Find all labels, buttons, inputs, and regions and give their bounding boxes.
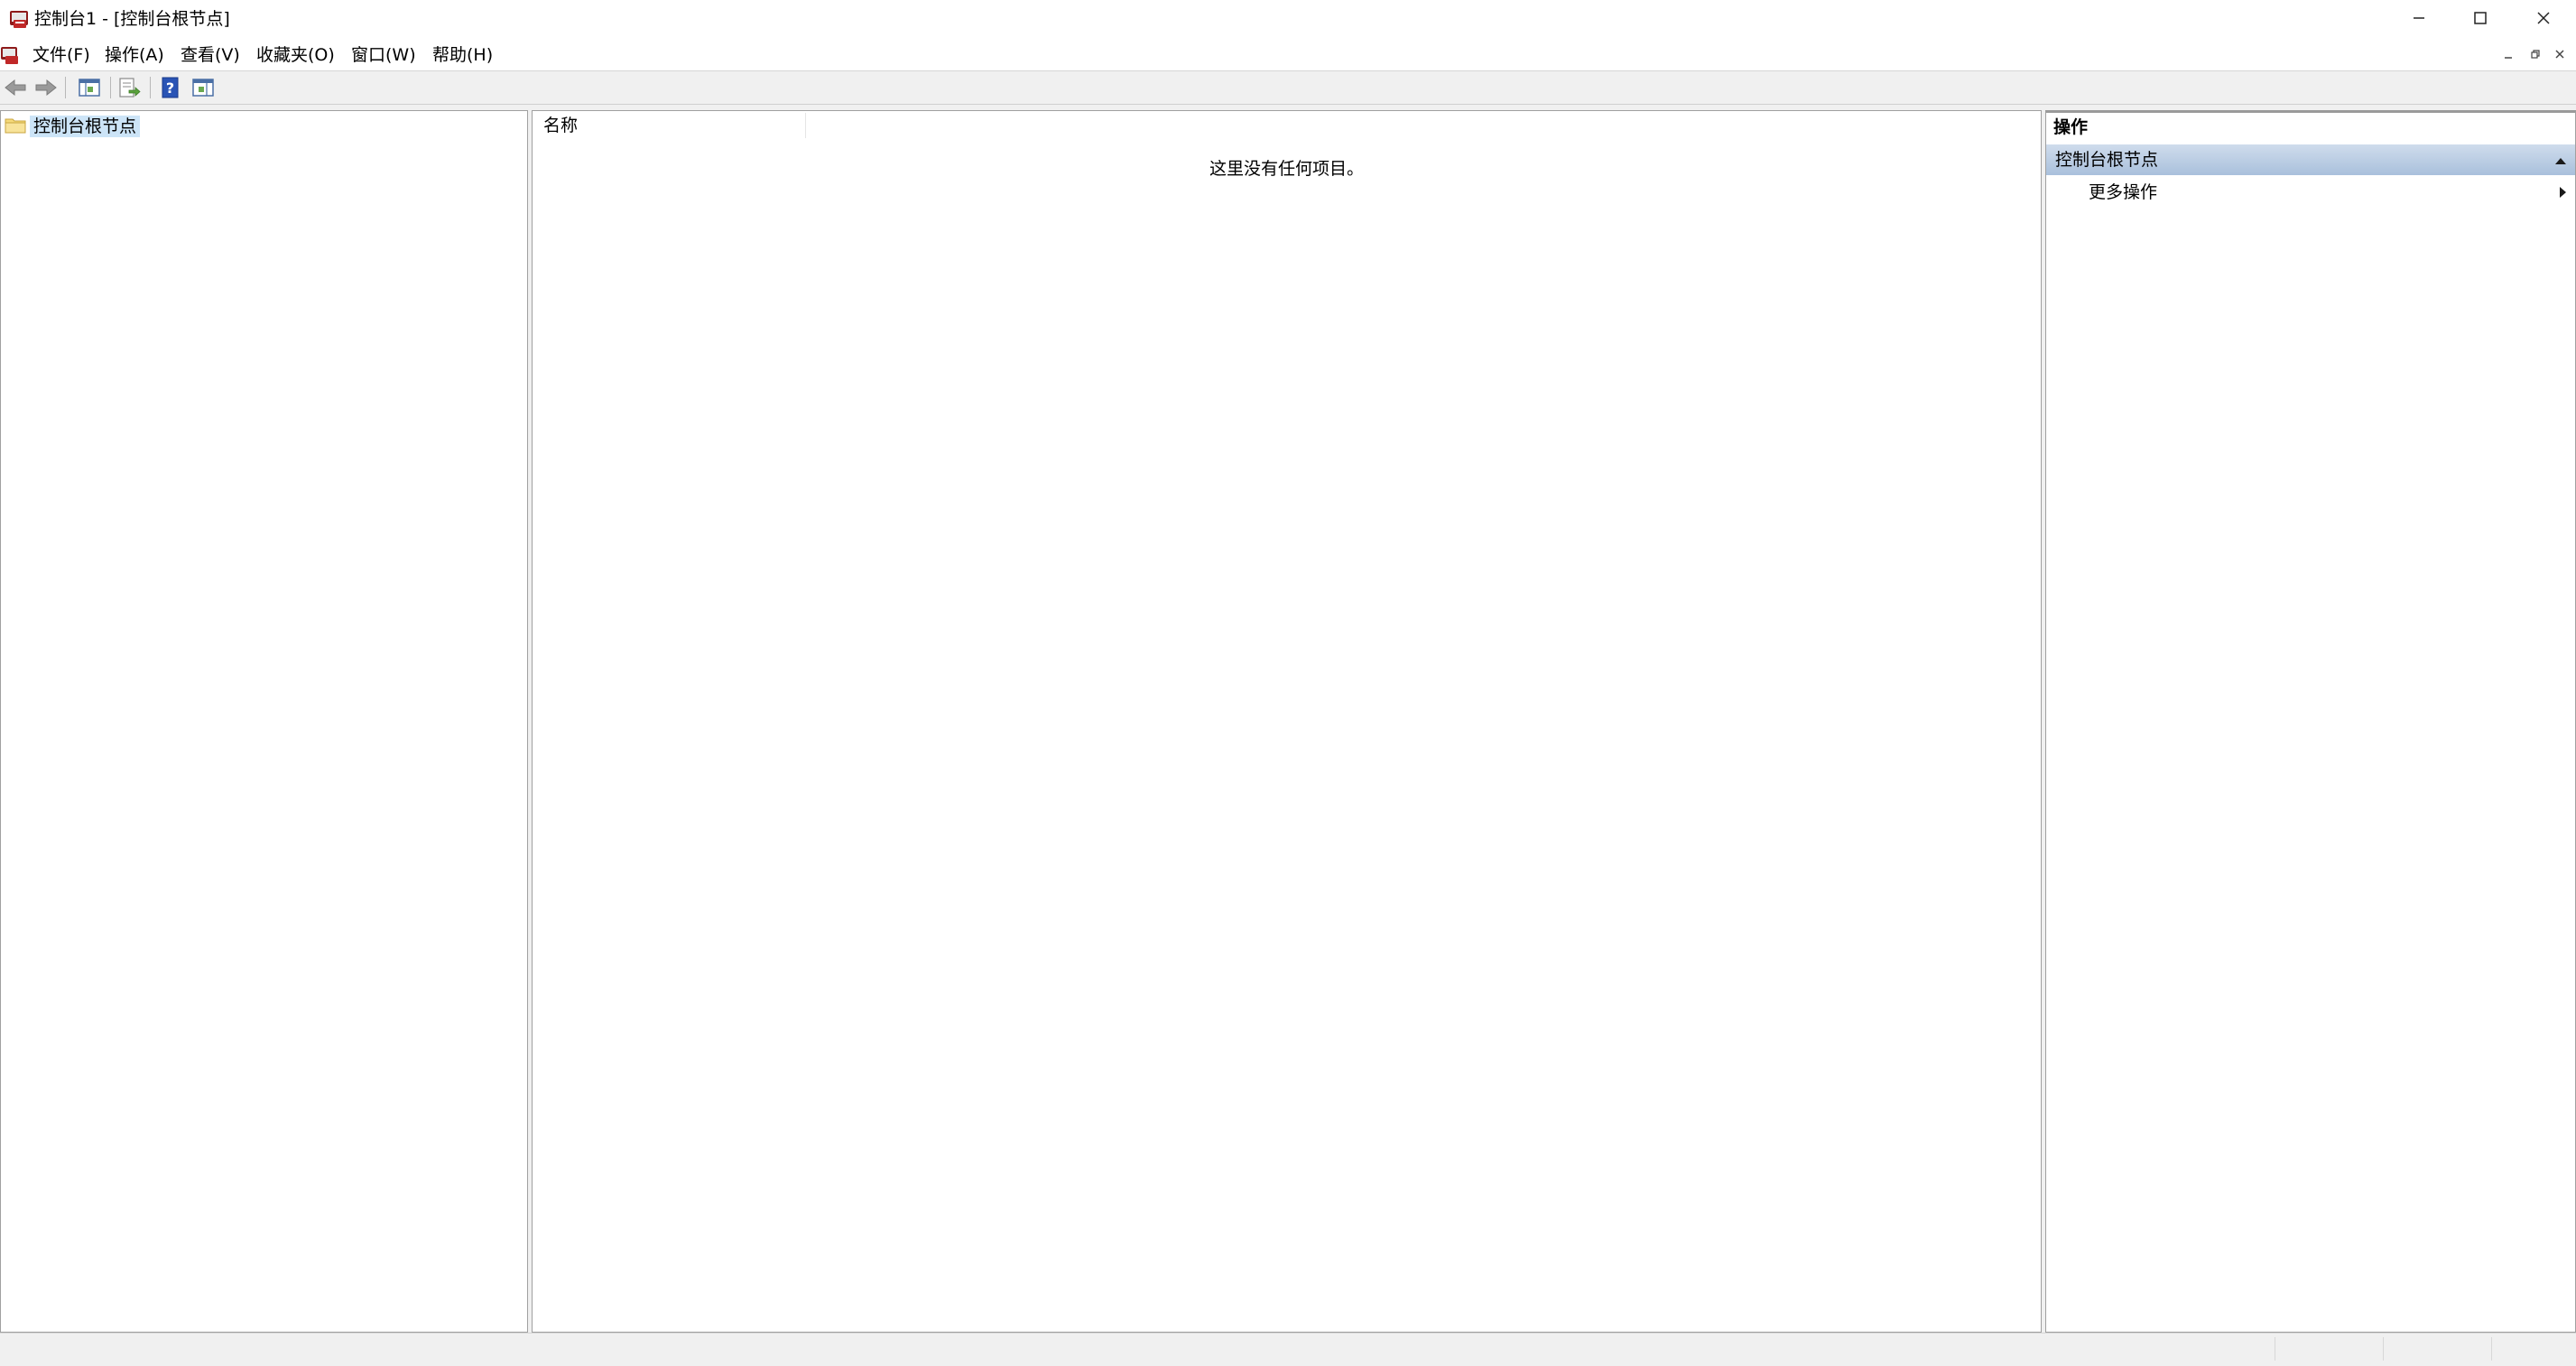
actions-group-label: 控制台根节点 (2055, 150, 2159, 170)
show-hide-console-tree-button[interactable] (76, 74, 103, 101)
status-cell (2275, 1337, 2330, 1361)
tree-node-console-root[interactable]: 控制台根节点 (5, 115, 141, 138)
status-bar (0, 1333, 2576, 1366)
menu-help[interactable]: 帮助(H) (432, 44, 493, 66)
column-header-name[interactable]: 名称 (543, 115, 578, 136)
child-minimize-icon (2505, 57, 2512, 59)
results-pane[interactable]: 名称 这里没有任何项目。 (532, 110, 2042, 1333)
actions-pane: 操作 控制台根节点 更多操作 (2045, 110, 2576, 1333)
menu-favorites[interactable]: 收藏夹(O) (256, 44, 335, 66)
folder-icon (5, 116, 26, 137)
more-actions-label: 更多操作 (2089, 182, 2158, 202)
toolbar: ? (0, 71, 2576, 105)
export-list-button[interactable] (116, 74, 143, 101)
status-cell (2491, 1337, 2564, 1361)
maximize-button[interactable] (2449, 0, 2512, 40)
list-column-header: 名称 (533, 111, 2041, 141)
export-list-icon (119, 78, 141, 98)
show-hide-console-tree-icon (79, 79, 100, 97)
child-restore-icon (2531, 50, 2540, 59)
console-system-menu-icon[interactable] (0, 45, 22, 65)
title-bar: 控制台1 - [控制台根节点] (0, 0, 2576, 40)
submenu-arrow-icon (2557, 185, 2568, 203)
toolbar-separator (110, 77, 111, 98)
show-hide-action-pane-button[interactable] (190, 74, 217, 101)
menu-file[interactable]: 文件(F) (32, 44, 90, 66)
collapse-up-icon[interactable] (2553, 153, 2568, 170)
actions-pane-title: 操作 (2053, 117, 2089, 137)
minimize-icon (2411, 10, 2427, 30)
close-button[interactable] (2512, 0, 2575, 40)
minimize-button[interactable] (2387, 0, 2451, 40)
action-more-actions[interactable]: 更多操作 (2046, 178, 2575, 207)
child-restore-button[interactable] (2526, 45, 2544, 63)
menu-action[interactable]: 操作(A) (105, 44, 164, 66)
toolbar-separator (65, 77, 66, 98)
forward-icon (35, 79, 57, 97)
close-icon (2535, 10, 2552, 30)
menu-window[interactable]: 窗口(W) (351, 44, 416, 66)
toolbar-separator (150, 77, 151, 98)
actions-group-header[interactable]: 控制台根节点 (2046, 144, 2575, 175)
back-button[interactable] (2, 74, 29, 101)
status-cell (2383, 1337, 2456, 1361)
child-close-icon (2555, 50, 2564, 59)
column-resize-handle[interactable] (805, 113, 806, 138)
mmc-app-icon[interactable] (9, 8, 31, 30)
maximize-icon (2472, 10, 2488, 30)
console-tree-pane[interactable]: 控制台根节点 (0, 110, 528, 1333)
menu-view[interactable]: 查看(V) (181, 44, 240, 66)
back-icon (5, 79, 26, 97)
svg-text:?: ? (166, 79, 174, 97)
child-minimize-button[interactable] (2499, 45, 2517, 63)
show-hide-action-pane-icon (192, 79, 214, 97)
help-icon: ? (162, 77, 179, 98)
menu-bar: 文件(F) 操作(A) 查看(V) 收藏夹(O) 窗口(W) 帮助(H) (0, 40, 2576, 71)
window-title: 控制台1 - [控制台根节点] (34, 9, 230, 29)
help-button[interactable]: ? (157, 74, 184, 101)
child-close-button[interactable] (2551, 45, 2569, 63)
forward-button[interactable] (32, 74, 60, 101)
tree-node-label: 控制台根节点 (30, 116, 141, 137)
empty-list-message: 这里没有任何项目。 (1209, 159, 1364, 179)
